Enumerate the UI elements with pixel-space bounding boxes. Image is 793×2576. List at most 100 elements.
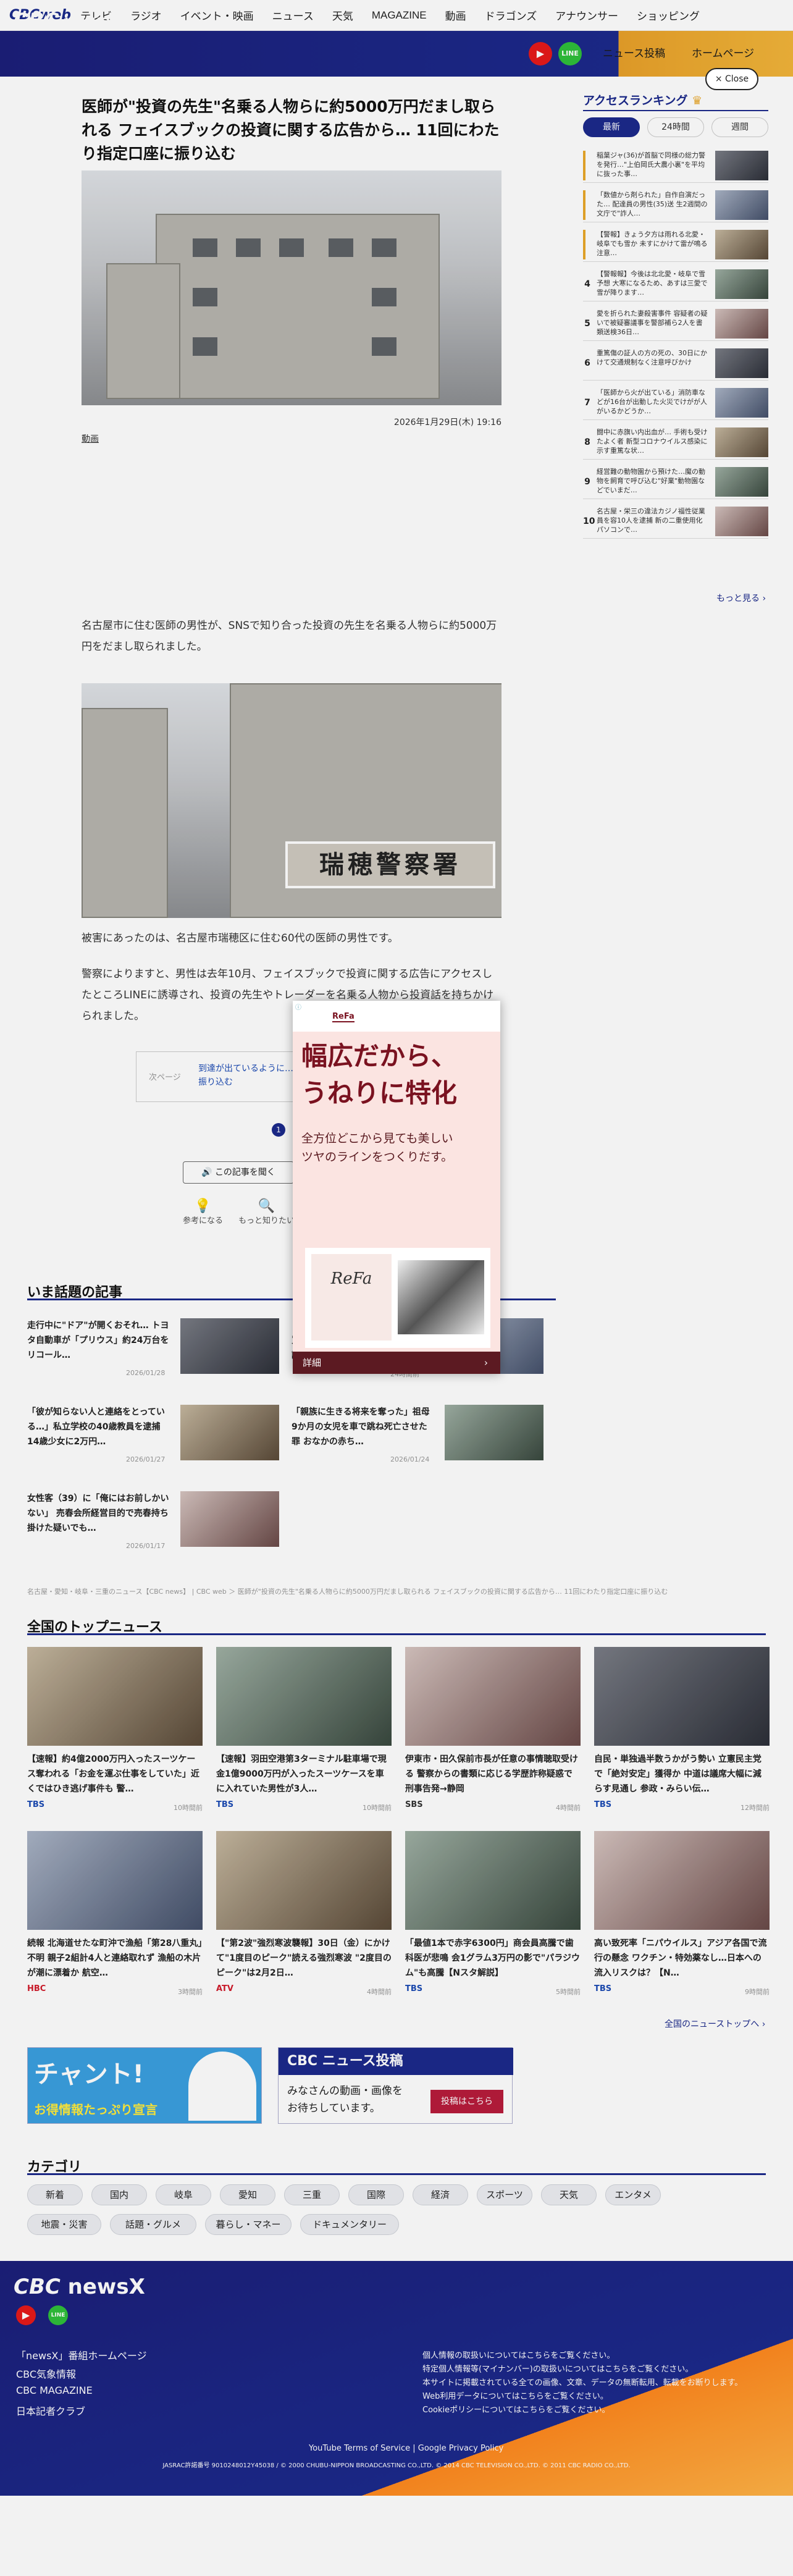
footer-link[interactable]: CBC気象情報 <box>16 2366 76 2381</box>
rank-thumbnail <box>715 151 768 180</box>
page-number[interactable]: 1 <box>272 1123 285 1137</box>
footer-note[interactable]: Web利用データについてはこちらをご覧ください。 <box>422 2389 608 2401</box>
top-news-more-link[interactable]: 全国のニューストップへ › <box>665 2018 765 2030</box>
nav-video[interactable]: 動画 <box>445 7 466 23</box>
top-news-card[interactable]: 【速報】約4億2000万円入ったスーツケース奪われる「お金を運ぶ仕事をしていた」… <box>27 1647 203 1820</box>
popular-item[interactable]: 「彼が知らない人と連絡をとっている…」私立学校の40歳教員を逮捕 14歳少女に2… <box>27 1405 292 1473</box>
category-pill[interactable]: 三重 <box>284 2184 340 2205</box>
rank-thumbnail <box>715 190 768 220</box>
ranking-item[interactable]: 【警報】きょう夕方は雨れる北愛・岐阜でも雪か 未すにかけて雷が鳴る注意… <box>583 227 768 262</box>
nav-announcer[interactable]: アナウンサー <box>555 7 618 23</box>
ranking-item[interactable]: 6 重篤傷の証人の方の死の、30日にかけて交通規制なく注意呼びかけ <box>583 346 768 381</box>
rank-number: 9 <box>584 477 590 487</box>
ranking-item[interactable]: 「数値から剤られた」自作自演だった… 配達員の男性(35)送 生2週間の文庁で"… <box>583 188 768 222</box>
youtube-terms-link[interactable]: YouTube Terms of Service <box>309 2444 410 2453</box>
google-privacy-link[interactable]: Google Privacy Policy <box>418 2444 504 2453</box>
nav-event[interactable]: イベント・映画 <box>180 7 254 23</box>
category-pill[interactable]: 国際 <box>348 2184 404 2205</box>
police-sign: 瑞穂警察署 <box>285 841 495 888</box>
top-news-source: TBS <box>216 1800 234 1809</box>
react-more[interactable]: 🔍 もっと知りたい <box>238 1198 295 1226</box>
news-post-link[interactable]: ニュース投稿 <box>603 44 665 60</box>
footer-brand-sub: newsX <box>67 2275 145 2299</box>
line-icon[interactable]: LINE <box>558 42 582 65</box>
ranking-item[interactable]: 5 愛を折られた妻殺害事件 容疑者の疑いで被疑審議事を警部補ら2人を書類送検36日… <box>583 306 768 341</box>
ranking-item[interactable]: 8 闘中に赤旗い内出血が… 手術も受けたよく者 新型コロナウイルス感染に示す重篤な… <box>583 425 768 460</box>
nav-weather[interactable]: 天気 <box>332 7 353 23</box>
ad-popup[interactable]: ⓘ ReFa 幅広だから、 うねりに特化 全方位どこから見ても美しい ツヤのラインを… <box>293 1001 500 1374</box>
footer-brand: CBC <box>14 2275 61 2299</box>
footer-link[interactable]: CBC MAGAZINE <box>16 2384 93 2396</box>
homepage-link[interactable]: ホームページ <box>692 44 754 60</box>
top-news-headline: 自民・単独過半数うかがう勢い 立憲民主党で「絶対安定」獲得か 中道は議席大幅に減… <box>594 1754 762 1794</box>
youtube-icon[interactable]: ▶ <box>529 42 552 65</box>
nav-dragons[interactable]: ドラゴンズ <box>485 7 537 23</box>
top-news-card[interactable]: 【速報】羽田空港第3ターミナル駐車場で現金1億9000万円が入ったスーツケースを… <box>216 1647 392 1820</box>
category-pill[interactable]: ドキュメンタリー <box>300 2214 399 2235</box>
popular-thumbnail <box>445 1405 543 1460</box>
ranking-more-link[interactable]: もっと見る › <box>716 592 766 604</box>
top-news-card[interactable]: 【"第2波"強烈寒波襲報】30日（金）にかけて"1度目のピーク"読える強烈寒波 … <box>216 1831 392 2004</box>
video-link[interactable]: 動画 <box>82 432 99 445</box>
top-news-card[interactable]: 自民・単独過半数うかがう勢い 立憲民主党で「絶対安定」獲得か 中道は議席大幅に減… <box>594 1647 770 1820</box>
category-pill[interactable]: 暮らし・マネー <box>205 2214 292 2235</box>
footer-note[interactable]: 本サイトに掲載されている全ての画像、文章、データの無断転用、転載をお断りします。 <box>422 2376 742 2388</box>
react-helpful[interactable]: 💡 参考になる <box>183 1198 223 1226</box>
top-news-card[interactable]: 続報 北海道せたな町沖で漁船「第28八重丸」不明 親子2組計4人と連絡取れず 漁… <box>27 1831 203 2004</box>
top-news-card[interactable]: 伊東市・田久保前市長が任意の事情聴取受ける 警察からの書類に応じる学歴詐称疑惑で… <box>405 1647 581 1820</box>
top-news-thumbnail <box>405 1831 581 1930</box>
top-news-card[interactable]: 「最値1本で赤字6300円」商会員高騰で歯科医が悲鳴 会1グラム3万円の影で"パ… <box>405 1831 581 2004</box>
category-pill[interactable]: エンタメ <box>605 2184 661 2205</box>
footer-note[interactable]: 個人情報の取扱いについてはこちらをご覧ください。 <box>422 2349 615 2360</box>
category-pill[interactable]: 話題・グルメ <box>110 2214 196 2235</box>
ranking-item[interactable]: 7 「医師から火が出ている」消防車などが16台が出動した火災でけがが人がいるかどう… <box>583 385 768 420</box>
nav-radio[interactable]: ラジオ <box>130 7 162 23</box>
brand-sub: newsX <box>64 11 123 32</box>
post-button[interactable]: 投稿はこちら <box>430 2090 503 2113</box>
news-post-banner[interactable]: CBC ニュース投稿 みなさんの動画・画像を お待ちしています。 投稿はこちら <box>278 2047 513 2124</box>
ad-info-icon[interactable]: ⓘ <box>295 1002 301 1011</box>
ranking-item[interactable]: 稲葉ジャ(36)が首脳で同様の総力警を発行…"上伯岡氏大農小裏"を平均に抜った事… <box>583 148 768 183</box>
category-pill[interactable]: 天気 <box>541 2184 597 2205</box>
ranking-item[interactable]: 9 経営難の動物園から預けた…魔の動物を飼育で呼び込む"好業"動物園などでいまだ… <box>583 465 768 499</box>
nav-news[interactable]: ニュース <box>272 7 314 23</box>
popular-item[interactable]: 走行中に"ドア"が開くおそれ… トヨタ自動車が「プリウス」約24万台をリコール…… <box>27 1318 292 1386</box>
category-pill[interactable]: 愛知 <box>220 2184 275 2205</box>
footer-logo[interactable]: CBC newsX <box>14 2275 145 2299</box>
crown-icon: ♛ <box>692 94 703 107</box>
tab-24h[interactable]: 24時間 <box>647 117 704 137</box>
tab-latest[interactable]: 最新 <box>583 117 640 137</box>
popular-thumbnail <box>180 1318 279 1374</box>
category-pill[interactable]: スポーツ <box>477 2184 532 2205</box>
category-pill[interactable]: 地震・災害 <box>27 2214 101 2235</box>
category-pill[interactable]: 国内 <box>91 2184 147 2205</box>
ad-product-image: ReFa <box>305 1248 490 1348</box>
ad-cta-button[interactable]: 詳細 › <box>293 1352 500 1374</box>
top-news-source: ATV <box>216 1984 233 1993</box>
category-pill[interactable]: 新着 <box>27 2184 83 2205</box>
ranking-item[interactable]: 4 【警報報】今後は北北愛・岐阜で雪予想 大寒になるため、あすは三愛で雪が降ります… <box>583 267 768 301</box>
rank-headline: 稲葉ジャ(36)が首脳で同様の総力警を発行…"上伯岡氏大農小裏"を平均に抜った事… <box>597 151 706 178</box>
footer-link[interactable]: 「newsX」番組ホームページ <box>16 2347 147 2362</box>
breadcrumb[interactable]: 名古屋・愛知・岐阜・三重のニュース【CBC news】 | CBC web ＞ … <box>27 1586 766 1597</box>
nav-shopping[interactable]: ショッピング <box>637 7 700 23</box>
ranking-item[interactable]: 10 名古屋・栄三の違法カジノ福性従業員を容10人を逮捕 新の二重使用化パソコンで… <box>583 504 768 539</box>
footer-line-icon[interactable]: LINE <box>48 2305 68 2325</box>
footer-youtube-icon[interactable]: ▶ <box>16 2305 36 2325</box>
close-button[interactable]: × Close <box>705 68 758 90</box>
category-pill[interactable]: 経済 <box>413 2184 468 2205</box>
newsx-logo[interactable]: CBC newsX <box>14 9 123 33</box>
top-news-card[interactable]: 高い致死率「ニパウイルス」アジア各国で流行の懸念 ワクチン・特効薬なし…日本への… <box>594 1831 770 2004</box>
article-title: 医師が"投資の先生"名乗る人物らに約5000万円だまし取られる フェイスブックの… <box>82 98 500 162</box>
footer-note[interactable]: 特定個人情報等(マイナンバー)の取扱いについてはこちらをご覧ください。 <box>422 2362 693 2374</box>
listen-button[interactable]: 🔊 この記事を聞く <box>183 1161 294 1184</box>
tab-weekly[interactable]: 週間 <box>711 117 768 137</box>
popular-item[interactable]: 「親族に生きる将来を奪った」祖母9か月の女児を車で跳ね死亡させた罪 おなかの赤ち… <box>292 1405 556 1473</box>
chant-banner[interactable]: チャント! お得情報たっぷり宣言 <box>27 2047 262 2124</box>
footer-link[interactable]: 日本記者クラブ <box>16 2403 85 2418</box>
category-pill[interactable]: 岐阜 <box>156 2184 211 2205</box>
footer-note[interactable]: Cookieポリシーについてはこちらをご覧ください。 <box>422 2403 610 2415</box>
popular-item[interactable]: 女性客（39）に「俺にはお前しかいない」 売春会所経営目的で売春持ち掛けた疑いで… <box>27 1491 292 1559</box>
nav-magazine[interactable]: MAGAZINE <box>372 9 427 22</box>
top-news-source: SBS <box>405 1800 423 1809</box>
